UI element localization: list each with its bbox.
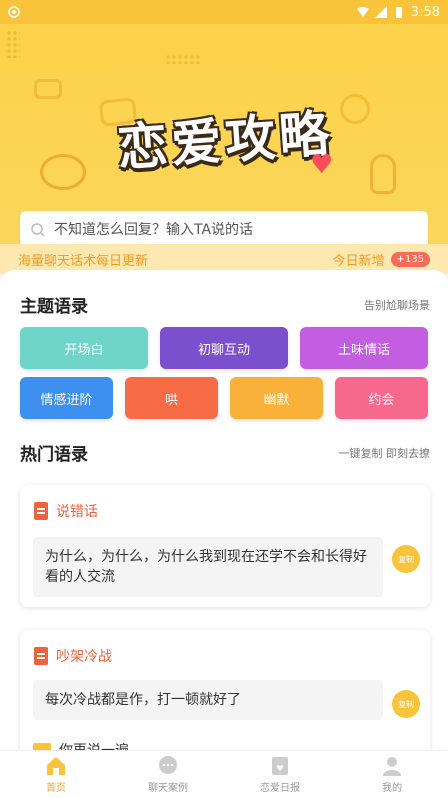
home-icon — [47, 757, 65, 775]
section-title: 主题语录 — [20, 297, 88, 317]
card-header: 吵架冷战 — [34, 646, 112, 666]
new-count-badge: +135 — [390, 251, 430, 267]
today-new-label: 今日新增 — [332, 253, 385, 269]
search-icon — [31, 223, 45, 237]
section-subtitle: 告别尬聊场景 — [364, 298, 430, 312]
status-time: 3:58 — [410, 4, 440, 20]
tab-label: 恋爱日报 — [260, 783, 300, 794]
wifi-icon — [356, 7, 369, 17]
topic-dating[interactable]: 约会 — [335, 377, 428, 419]
copy-button[interactable]: 复制 — [392, 690, 420, 718]
quote-text: 为什么，为什么，为什么我到现在还学不会和长得好看的人交流 — [33, 537, 383, 597]
chat-icon — [159, 756, 177, 774]
ticker-text: 海量聊天话术每日更新 — [18, 253, 149, 269]
topic-humor[interactable]: 幽默 — [230, 377, 323, 419]
topics-header: 主题语录 告别尬聊场景 — [20, 292, 430, 317]
decor-microphone — [370, 154, 396, 194]
tab-love-daily[interactable]: 恋爱日报 — [224, 751, 336, 798]
card-header: 说错话 — [34, 501, 98, 521]
hero-banner: 恋爱攻略 ♥ — [0, 24, 448, 244]
decor-chat-bubble — [34, 79, 62, 99]
heart-icon: ♥ — [310, 150, 334, 180]
bottom-tab-bar: 首页 聊天案例 恋爱日报 我的 — [0, 750, 448, 798]
signal-icon — [374, 6, 387, 18]
decor-dots — [6, 30, 20, 58]
card-category: 说错话 — [56, 504, 98, 520]
tab-home[interactable]: 首页 — [0, 751, 112, 798]
quote-card[interactable]: 说错话 为什么，为什么，为什么我到现在还学不会和长得好看的人交流 复制 — [20, 485, 430, 607]
list-item-peek: 你再说一遍 — [33, 740, 129, 750]
decor-chat-bubble — [40, 154, 86, 190]
topic-cheesy-lines[interactable]: 土味情话 — [300, 327, 428, 369]
tab-chat-cases[interactable]: 聊天案例 — [112, 751, 224, 798]
battery-icon — [395, 7, 402, 18]
search-input[interactable] — [54, 222, 394, 238]
topic-coax[interactable]: 哄 — [125, 377, 218, 419]
profile-icon — [383, 757, 401, 776]
status-bar: 3:58 — [0, 0, 448, 24]
topic-relationship[interactable]: 情感进阶 — [20, 377, 113, 419]
daily-icon — [272, 757, 288, 775]
peek-label: 你再说一遍 — [59, 740, 129, 750]
note-icon — [34, 647, 48, 665]
tab-profile[interactable]: 我的 — [336, 751, 448, 798]
chat-bubble-icon — [33, 743, 51, 750]
section-subtitle: 一键复制 即刻去撩 — [338, 446, 431, 460]
tab-label: 我的 — [382, 783, 402, 794]
search-bar[interactable] — [20, 211, 428, 244]
app-notification-icon — [8, 6, 20, 18]
decor-dots — [165, 54, 201, 64]
topic-first-chat[interactable]: 初聊互动 — [160, 327, 288, 369]
tab-label: 聊天案例 — [148, 783, 188, 794]
section-title: 热门语录 — [20, 445, 88, 465]
main-content[interactable]: 主题语录 告别尬聊场景 开场白 初聊互动 土味情话 情感进阶 哄 幽默 约会 热… — [0, 270, 448, 750]
hot-header: 热门语录 一键复制 即刻去撩 — [20, 440, 430, 465]
copy-button[interactable]: 复制 — [392, 545, 420, 573]
topic-opening[interactable]: 开场白 — [20, 327, 148, 369]
note-icon — [34, 502, 48, 520]
quote-card[interactable]: 吵架冷战 每次冷战都是作，打一顿就好了 复制 — [20, 630, 430, 750]
quote-text: 每次冷战都是作，打一顿就好了 — [33, 680, 383, 720]
tab-label: 首页 — [46, 783, 66, 794]
card-category: 吵架冷战 — [56, 649, 112, 665]
